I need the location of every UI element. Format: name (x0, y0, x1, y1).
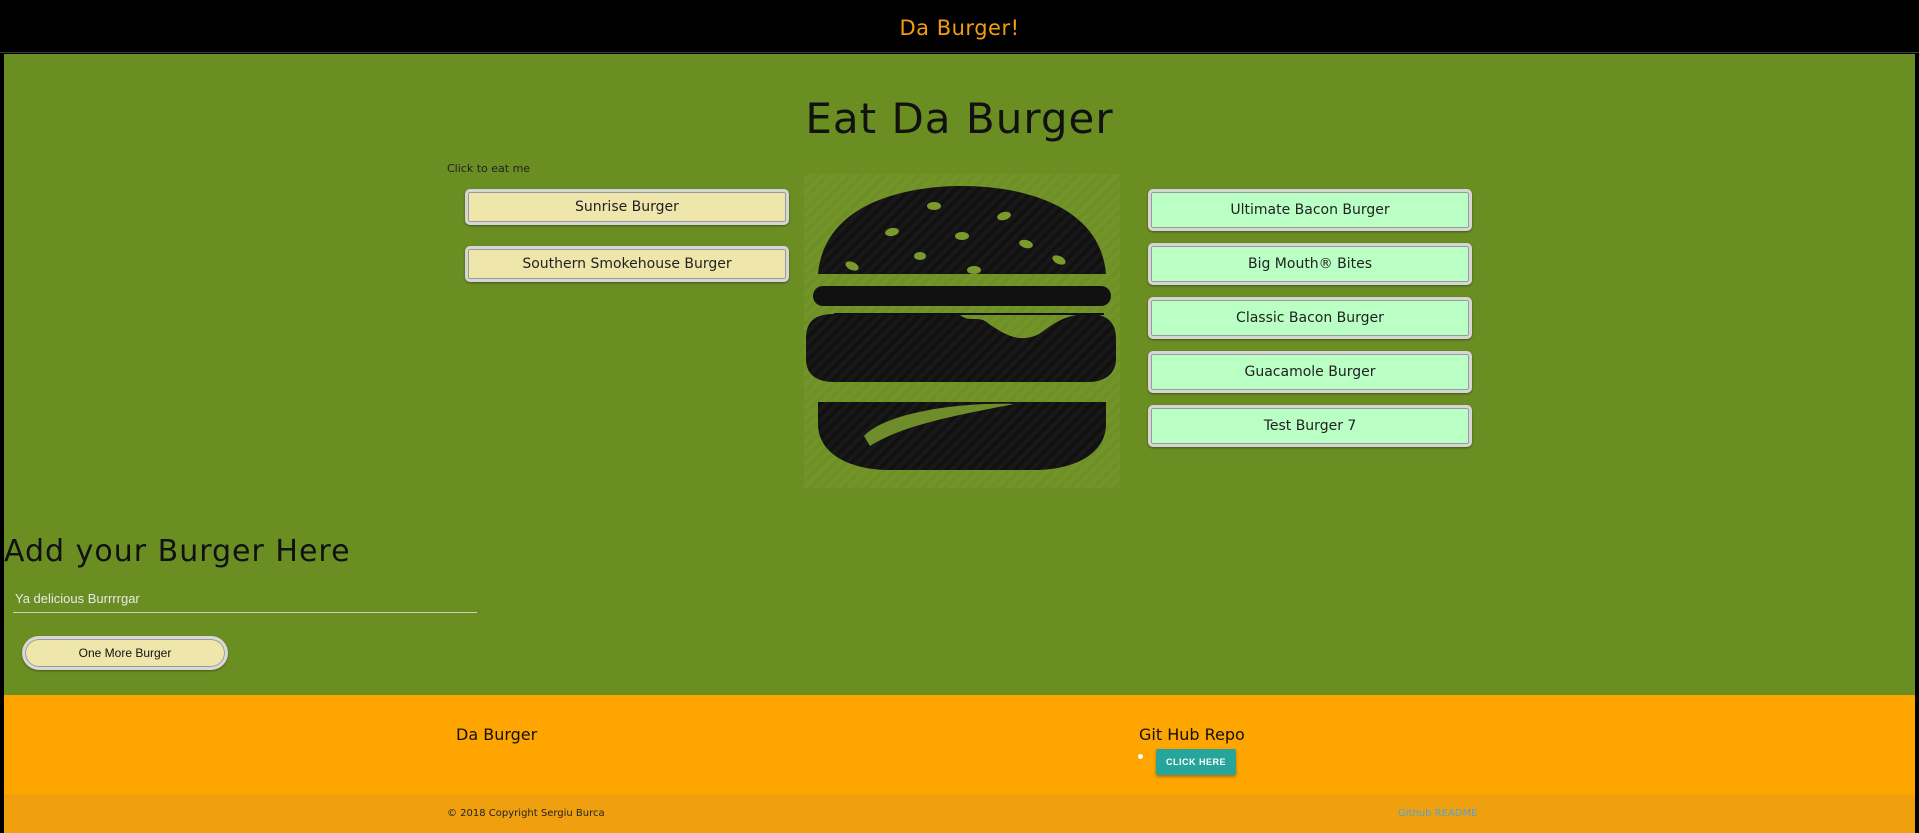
eaten-burger-button[interactable]: Guacamole Burger (1148, 351, 1472, 393)
readme-link[interactable]: Github README (1398, 808, 1477, 819)
burger-name-input[interactable] (13, 584, 477, 613)
add-burger-title: Add your Burger Here (4, 534, 351, 569)
page-title: Eat Da Burger (805, 94, 1114, 143)
eaten-burger-button[interactable]: Ultimate Bacon Burger (1148, 189, 1472, 231)
eaten-burger-button[interactable]: Test Burger 7 (1148, 405, 1472, 447)
page: Da Burger! Eat Da Burger Click to eat me… (0, 0, 1919, 833)
navbar: Da Burger! (0, 0, 1919, 53)
copyright-bar: © 2018 Copyright Sergiu Burca Github REA… (4, 794, 1915, 833)
navbar-brand[interactable]: Da Burger! (0, 16, 1919, 40)
bullet-icon (1138, 754, 1143, 759)
footer-brand: Da Burger (456, 725, 538, 744)
main-section: Eat Da Burger Click to eat me Sunrise Bu… (4, 54, 1915, 695)
footer: Da Burger Git Hub Repo CLICK HERE (4, 695, 1915, 794)
uneaten-burger-button[interactable]: Sunrise Burger (465, 189, 789, 225)
click-hint: Click to eat me (447, 162, 531, 175)
eaten-burger-button[interactable]: Classic Bacon Burger (1148, 297, 1472, 339)
burger-icon (804, 174, 1120, 488)
repo-title: Git Hub Repo (1139, 725, 1245, 744)
repo-link-button[interactable]: CLICK HERE (1156, 749, 1236, 775)
add-burger-button[interactable]: One More Burger (22, 636, 228, 670)
copyright-text: © 2018 Copyright Sergiu Burca (447, 808, 605, 819)
eaten-burger-button[interactable]: Big Mouth® Bites (1148, 243, 1472, 285)
uneaten-burger-button[interactable]: Southern Smokehouse Burger (465, 246, 789, 282)
